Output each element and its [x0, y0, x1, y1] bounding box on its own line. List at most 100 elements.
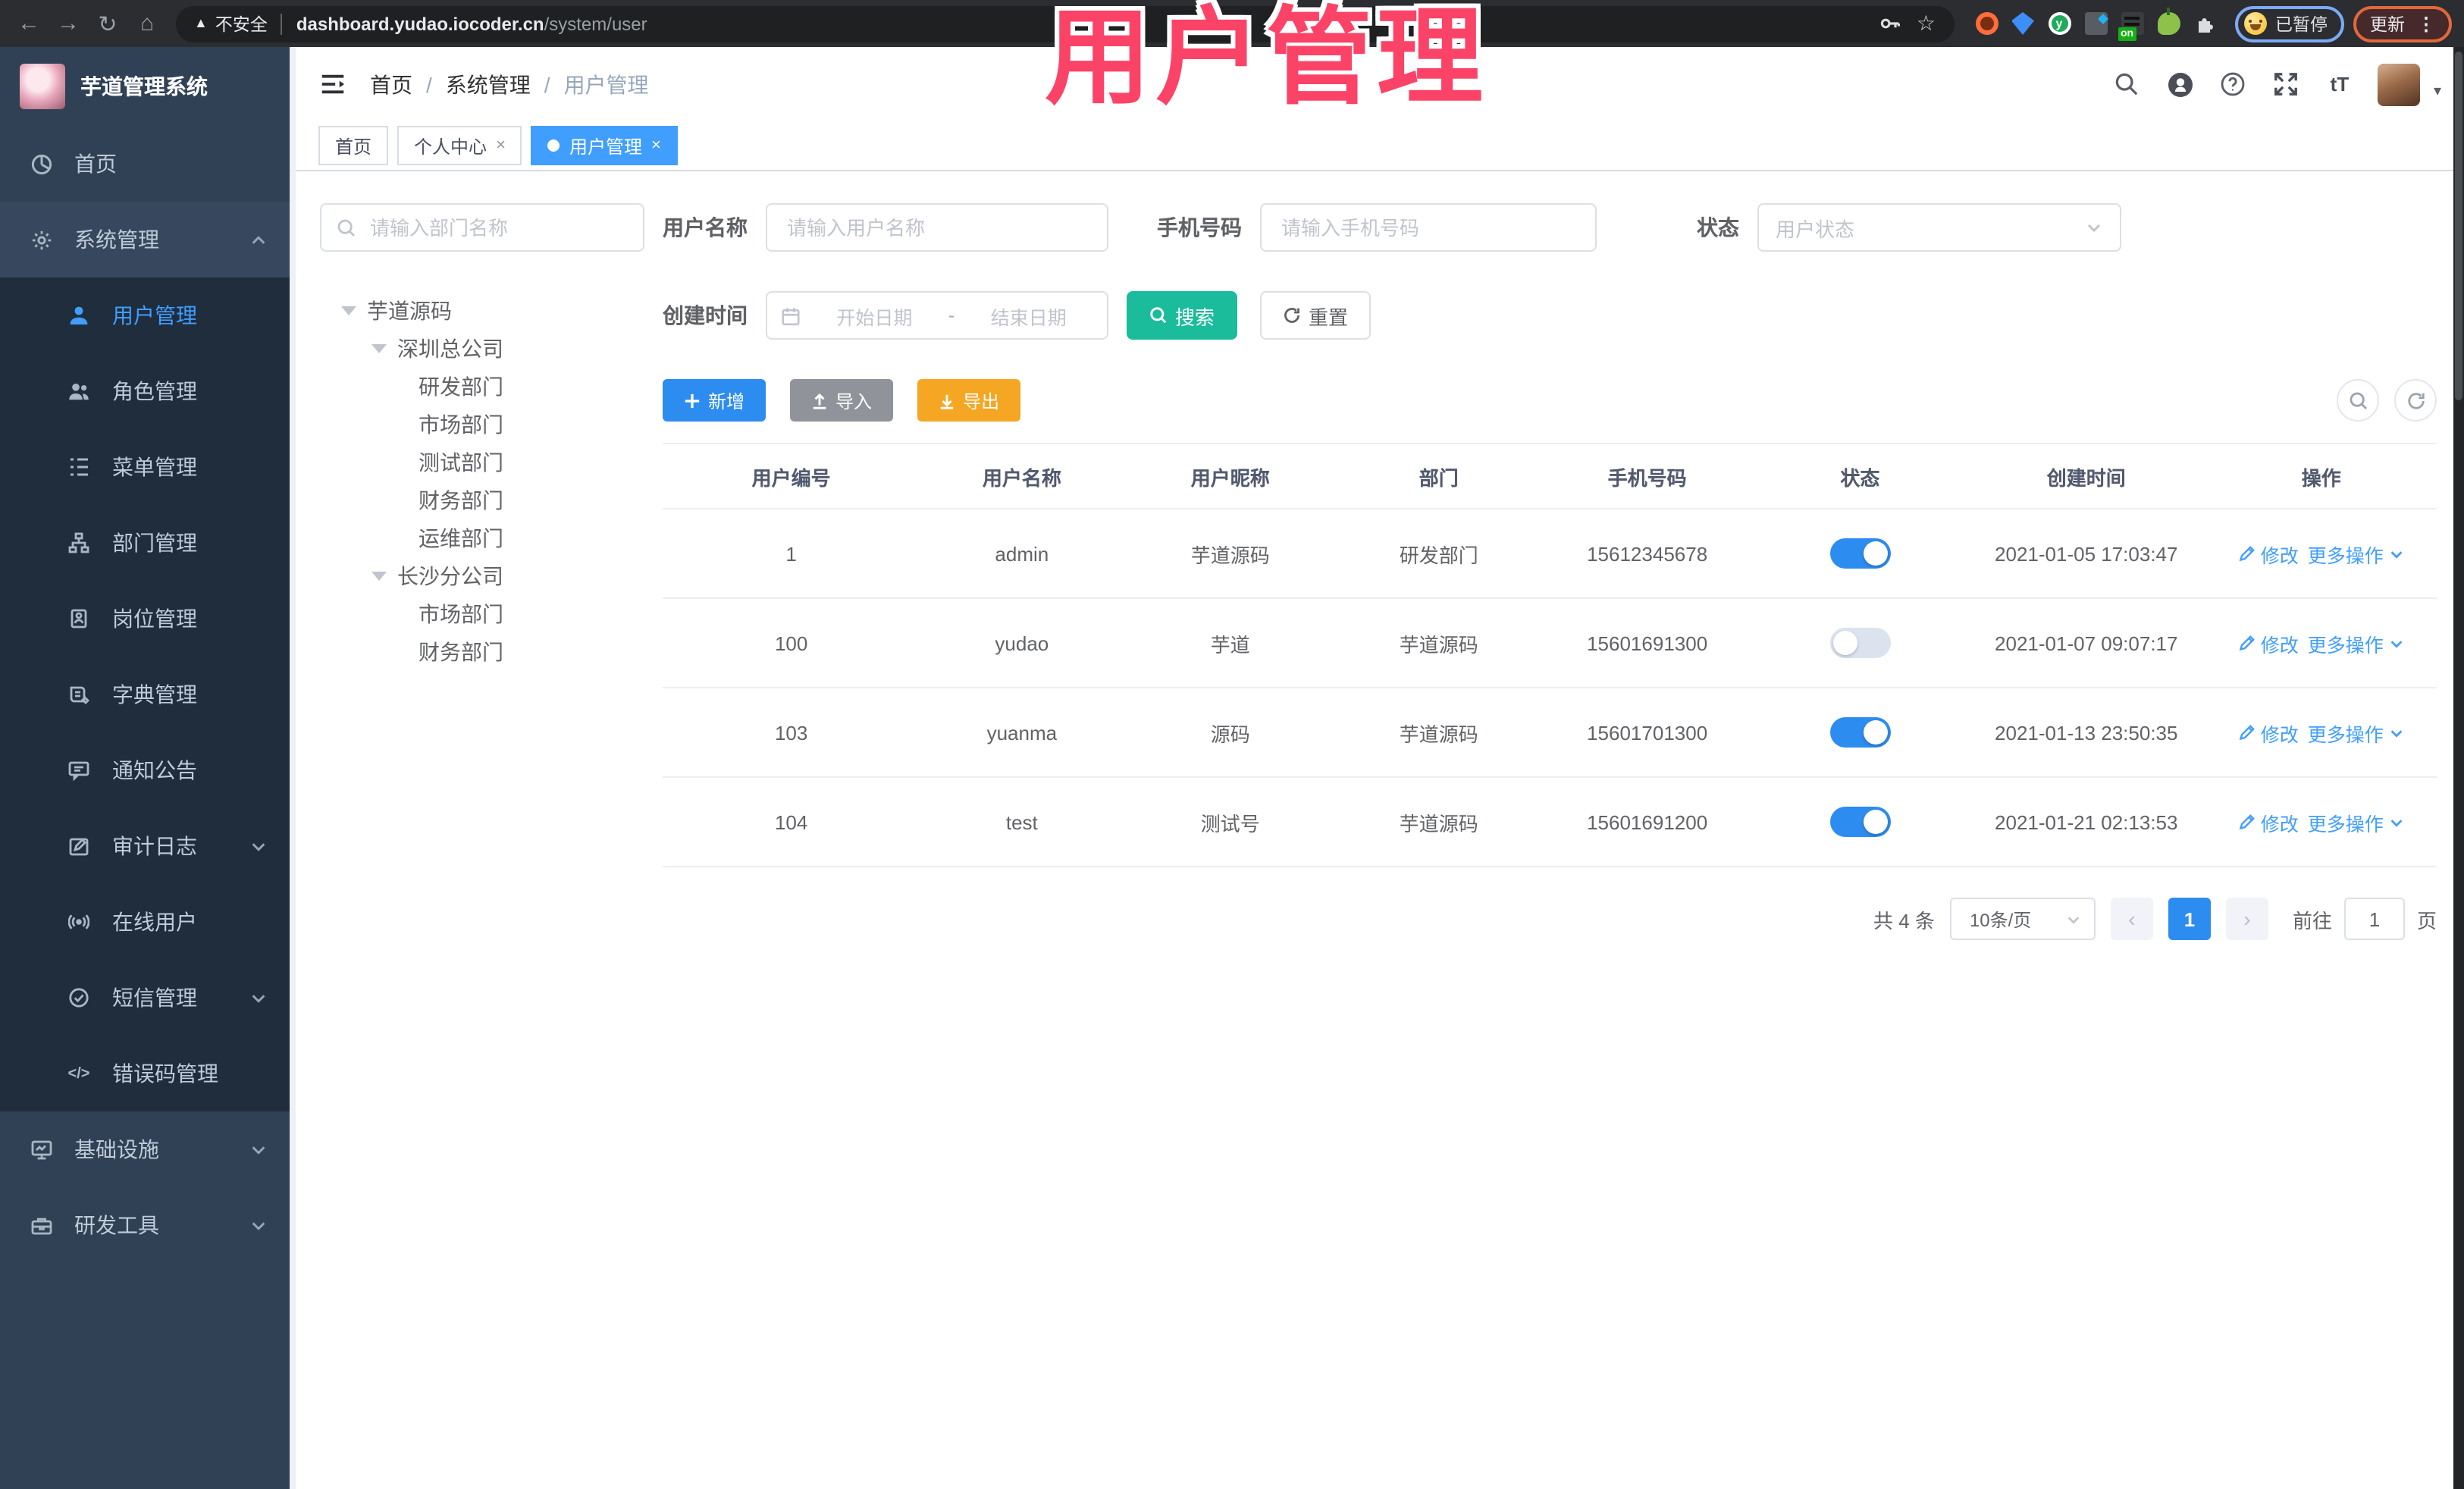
sidebar-item-notice[interactable]: 通知公告 — [0, 732, 296, 808]
github-icon[interactable] — [2165, 69, 2196, 99]
browser-update-button[interactable]: 更新 ⋮ — [2353, 5, 2452, 42]
sidebar-item-menu-mgmt[interactable]: 菜单管理 — [0, 429, 296, 505]
browser-home-icon[interactable]: ⌂ — [127, 4, 167, 43]
more-actions-link[interactable]: 更多操作 — [2308, 807, 2405, 836]
breadcrumb-home[interactable]: 首页 — [370, 69, 412, 99]
import-button[interactable]: 导入 — [790, 379, 894, 422]
toggle-search-button[interactable] — [2337, 379, 2379, 422]
extension-gem-icon[interactable] — [2011, 12, 2034, 35]
sidebar-item-sms-mgmt[interactable]: 短信管理 — [0, 960, 296, 1036]
extension-ublock-icon[interactable] — [1975, 12, 1998, 35]
status-toggle[interactable] — [1829, 807, 1891, 837]
tab-profile[interactable]: 个人中心 × — [397, 126, 522, 165]
tree-caret-icon[interactable] — [341, 306, 356, 315]
browser-back-icon[interactable]: ← — [9, 4, 49, 43]
tree-node[interactable]: 测试部门 — [320, 443, 644, 481]
not-secure-chip[interactable]: ▲ 不安全 — [194, 11, 268, 36]
tree-node[interactable]: 深圳总公司 — [320, 329, 644, 367]
bookmark-star-icon[interactable]: ☆ — [1917, 11, 1936, 36]
font-size-icon[interactable]: tT — [2324, 69, 2355, 99]
browser-forward-icon[interactable]: → — [49, 4, 88, 43]
date-range-picker[interactable]: 开始日期 - 结束日期 — [766, 291, 1108, 340]
edit-link-label: 修改 — [2260, 635, 2299, 656]
next-page-button[interactable]: › — [2225, 898, 2268, 940]
extension-leaf-icon[interactable] — [2157, 8, 2180, 35]
sidebar-item-infrastructure[interactable]: 基础设施 — [0, 1111, 296, 1187]
header-search-icon[interactable] — [2112, 69, 2143, 99]
sidebar-item-post-mgmt[interactable]: 岗位管理 — [0, 581, 296, 657]
profile-paused-badge[interactable]: 已暂停 — [2234, 5, 2344, 42]
tab-home[interactable]: 首页 — [318, 126, 389, 165]
tab-close-icon[interactable]: × — [496, 136, 506, 154]
status-toggle[interactable] — [1829, 538, 1891, 569]
current-page-button[interactable]: 1 — [2168, 898, 2211, 940]
toggle-knob — [1863, 541, 1888, 566]
browser-reload-icon[interactable]: ↻ — [88, 4, 127, 43]
more-actions-link[interactable]: 更多操作 — [2308, 629, 2405, 657]
tree-caret-icon[interactable] — [371, 571, 387, 580]
password-key-icon[interactable] — [1879, 12, 1901, 35]
sidebar-item-audit-log[interactable]: 审计日志 — [0, 808, 296, 884]
more-actions-link[interactable]: 更多操作 — [2308, 539, 2405, 568]
edit-link[interactable]: 修改 — [2238, 629, 2299, 657]
refresh-table-button[interactable] — [2394, 379, 2437, 422]
more-actions-link[interactable]: 更多操作 — [2308, 718, 2405, 747]
sidebar-item-home[interactable]: 首页 — [0, 126, 296, 202]
sidebar-fold-icon[interactable] — [318, 70, 347, 99]
fullscreen-icon[interactable] — [2271, 69, 2302, 99]
tree-node[interactable]: 长沙分公司 — [320, 556, 644, 594]
sidebar-item-user-mgmt[interactable]: 用户管理 — [0, 277, 296, 353]
tree-node[interactable]: 市场部门 — [320, 405, 644, 443]
tree-node[interactable]: 财务部门 — [320, 632, 644, 670]
prev-page-button[interactable]: ‹ — [2110, 898, 2153, 940]
export-button[interactable]: 导出 — [917, 379, 1021, 422]
extension-tampermonkey-icon[interactable]: on — [2118, 12, 2143, 41]
sidebar-item-system[interactable]: 系统管理 — [0, 202, 296, 277]
extension-grid-icon[interactable] — [2084, 12, 2107, 35]
user-avatar[interactable] — [2377, 63, 2420, 105]
cell-id: 1 — [785, 542, 797, 565]
tree-node[interactable]: 市场部门 — [320, 594, 644, 632]
reset-button[interactable]: 重置 — [1260, 291, 1372, 340]
tree-caret-icon[interactable] — [371, 343, 387, 353]
status-select[interactable]: 用户状态 — [1757, 203, 2121, 252]
dept-search-input[interactable] — [367, 215, 628, 240]
create-time-label: 创建时间 — [663, 303, 748, 328]
status-toggle[interactable] — [1829, 717, 1891, 748]
sidebar: 芋道管理系统 首页 系统管理 用户管理 角色管理 菜单管理 部门管理 岗位管理 … — [0, 47, 296, 1489]
app-logo[interactable]: 芋道管理系统 — [0, 47, 296, 126]
edit-link[interactable]: 修改 — [2238, 539, 2299, 568]
sidebar-item-error-code[interactable]: </> 错误码管理 — [0, 1036, 296, 1111]
dept-tree-panel: 芋道源码 深圳总公司 研发部门 市场部门 测试部门 财务部门 运维部门 长沙分公… — [320, 203, 644, 1489]
tab-user-mgmt[interactable]: 用户管理 × — [531, 126, 678, 165]
window-scrollbar[interactable] — [2453, 47, 2464, 1489]
tree-node[interactable]: 财务部门 — [320, 481, 644, 519]
edit-link[interactable]: 修改 — [2238, 718, 2299, 747]
extensions-puzzle-icon[interactable] — [2193, 12, 2216, 35]
sidebar-item-dept-mgmt[interactable]: 部门管理 — [0, 505, 296, 581]
sidebar-item-online-users[interactable]: 在线用户 — [0, 884, 296, 960]
scrollbar-thumb[interactable] — [2455, 52, 2462, 400]
extension-y-icon[interactable]: y — [2048, 12, 2071, 35]
search-button[interactable]: 搜索 — [1127, 291, 1238, 340]
sidebar-item-role-mgmt[interactable]: 角色管理 — [0, 353, 296, 429]
tree-node[interactable]: 研发部门 — [320, 367, 644, 405]
avatar-caret-down-icon[interactable]: ▾ — [2434, 83, 2441, 100]
edit-link[interactable]: 修改 — [2238, 807, 2299, 836]
sidebar-item-dev-tools[interactable]: 研发工具 — [0, 1187, 296, 1263]
breadcrumb-system[interactable]: 系统管理 — [446, 69, 531, 99]
mobile-input[interactable] — [1278, 215, 1578, 240]
sidebar-item-dict-mgmt[interactable]: 字典管理 — [0, 657, 296, 732]
sidebar-scrollbar[interactable] — [290, 47, 296, 1489]
username-input[interactable] — [784, 215, 1090, 240]
tree-node[interactable]: 芋道源码 — [320, 291, 644, 329]
help-icon[interactable] — [2218, 69, 2249, 99]
add-button[interactable]: 新增 — [663, 379, 766, 422]
status-toggle[interactable] — [1829, 628, 1891, 658]
page-size-select[interactable]: 10条/页 — [1949, 898, 2096, 940]
tree-node[interactable]: 运维部门 — [320, 519, 644, 556]
browser-menu-kebab-icon[interactable]: ⋮ — [2417, 13, 2435, 34]
tab-close-icon[interactable]: × — [651, 136, 661, 154]
pagination: 共 4 条 10条/页 ‹ 1 › 前往 1 页 — [663, 898, 2437, 940]
goto-page-input[interactable] — [2343, 898, 2405, 940]
